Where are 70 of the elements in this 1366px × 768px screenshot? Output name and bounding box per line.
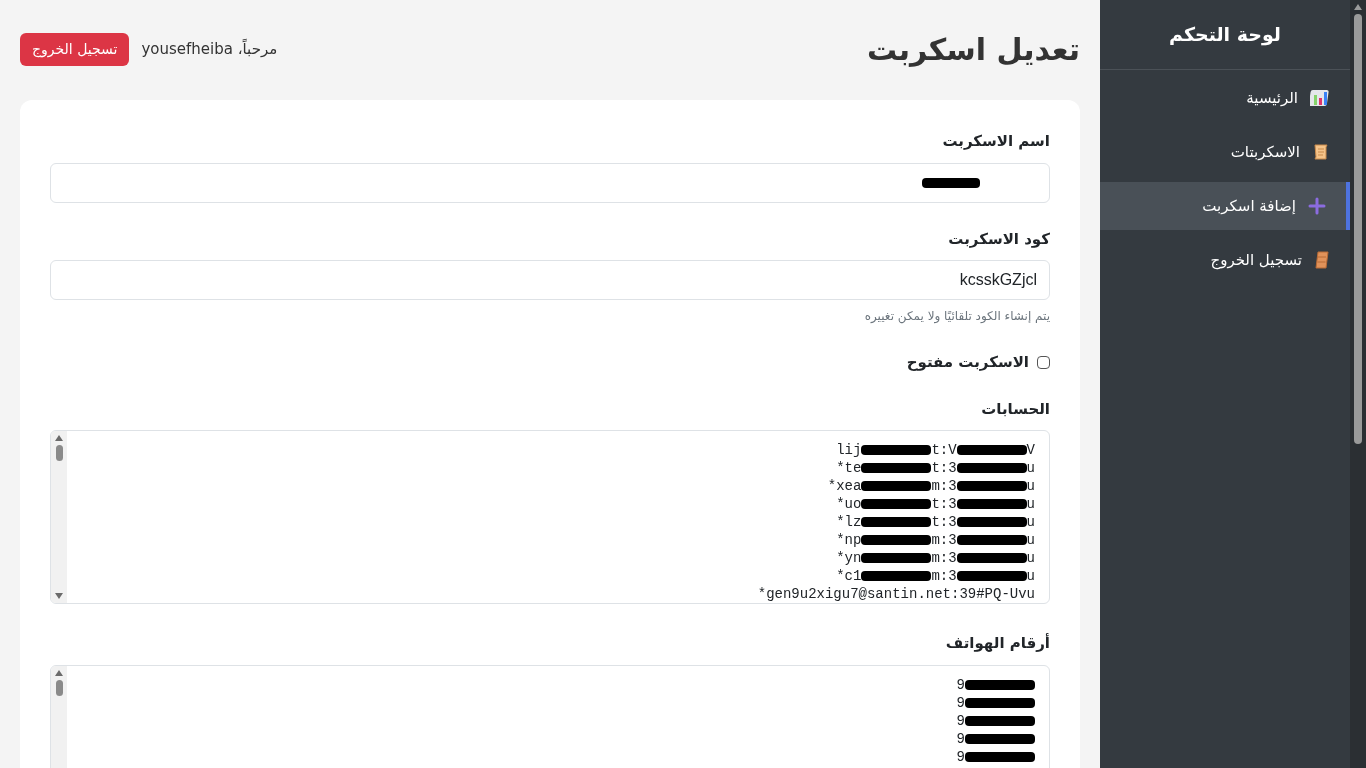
text-fragment: *yn (836, 549, 862, 567)
sidebar-title: لوحة التحكم (1169, 22, 1281, 48)
text-fragment: u (1026, 477, 1035, 495)
scroll-up-icon[interactable] (55, 435, 63, 441)
chart-icon (1310, 89, 1330, 107)
text-fragment: *gen9u2xigu7@santin.net:39#PQ-Uvu (757, 585, 1035, 603)
sidebar-item[interactable]: الاسكربتات (1100, 128, 1350, 176)
text-fragment: V (1026, 441, 1035, 459)
text-fragment: t:3 (931, 495, 957, 513)
scroll-down-icon[interactable] (55, 593, 63, 599)
text-fragment: 9 (956, 711, 965, 730)
text-fragment: *c1 (836, 567, 862, 585)
text-fragment: u (1026, 459, 1035, 477)
script-name-field[interactable] (50, 162, 1050, 203)
scrollbar-thumb[interactable] (1354, 14, 1362, 444)
text-fragment: *te (836, 459, 862, 477)
text-fragment: u (1026, 513, 1035, 531)
sidebar-item[interactable]: إضافة اسكربت (1100, 182, 1350, 230)
plus-icon (1308, 197, 1326, 215)
scrollbar[interactable] (51, 431, 67, 603)
redaction-bar (956, 463, 1027, 473)
text-fragment: 9 (956, 675, 965, 694)
scroll-icon (1312, 143, 1330, 161)
redaction-bar (956, 499, 1027, 509)
sidebar-item[interactable]: تسجيل الخروج (1100, 236, 1350, 284)
field-label: الحسابات (980, 398, 1050, 420)
text-fragment: u (1026, 567, 1035, 585)
scroll-up-icon[interactable] (1354, 4, 1362, 10)
checkbox[interactable] (1037, 355, 1050, 369)
door-icon (1314, 251, 1330, 269)
text-fragment: m:3 (931, 567, 957, 585)
text-fragment: u (1026, 495, 1035, 513)
field-label: أرقام الهواتف (944, 632, 1050, 654)
redaction-bar (956, 553, 1027, 563)
text-fragment: *uo (836, 495, 862, 513)
field-label: اسم الاسكربت (941, 131, 1050, 152)
scroll-up-icon[interactable] (55, 669, 63, 676)
text-fragment: *np (836, 531, 862, 549)
logout-button[interactable]: تسجيل الخروج (20, 32, 130, 66)
redaction-bar (956, 445, 1027, 455)
text-fragment: 9 (956, 729, 965, 748)
text-fragment: m:3 (931, 531, 957, 549)
field-label: كود الاسكربت (947, 228, 1050, 250)
phones-textarea[interactable]: 9 9 9 9 9 (50, 664, 1050, 768)
page-title: تعديل اسكربت (867, 30, 1080, 69)
checkbox-label: الاسكربت مفتوح (906, 352, 1029, 373)
text-fragment: m:3 (931, 477, 957, 495)
accounts-textarea[interactable]: lij t:V V *te t:3 u *xea m:3 u *uo t:3 u *lz t:3 u *np m:3 u *yn m:3 u *c1 m:3 u *gen9u2xigu7@santin.net:39#PQ-Uvu (50, 430, 1050, 604)
text-fragment: 9 (956, 747, 965, 766)
text-fragment: t:3 (931, 513, 957, 531)
text-fragment: t:3 (931, 459, 957, 477)
text-fragment: u (1026, 549, 1035, 567)
welcome-text: مرحباً، yousefheiba (141, 37, 278, 60)
text-fragment: t:V (931, 441, 957, 459)
field-hint: يتم إنشاء الكود تلقائيًا ولا يمكن تغييره (863, 308, 1050, 325)
page-scrollbar[interactable] (1350, 0, 1366, 768)
redaction-bar (956, 535, 1027, 545)
sidebar-item[interactable]: الرئيسية (1100, 74, 1350, 122)
text-fragment: 9 (956, 693, 965, 712)
redaction-bar (956, 517, 1027, 527)
redaction-bar (956, 571, 1027, 581)
text-fragment: *xea (827, 477, 862, 495)
text-fragment: lij (836, 441, 862, 459)
redaction-bar (956, 481, 1027, 491)
text-fragment: *lz (836, 513, 862, 531)
scrollbar-thumb[interactable] (55, 445, 63, 461)
text-fragment: m:3 (931, 549, 957, 567)
script-code-field[interactable]: kcsskGZjcl (50, 260, 1050, 300)
scrollbar-thumb[interactable] (55, 679, 63, 696)
text-fragment: u (1026, 531, 1035, 549)
